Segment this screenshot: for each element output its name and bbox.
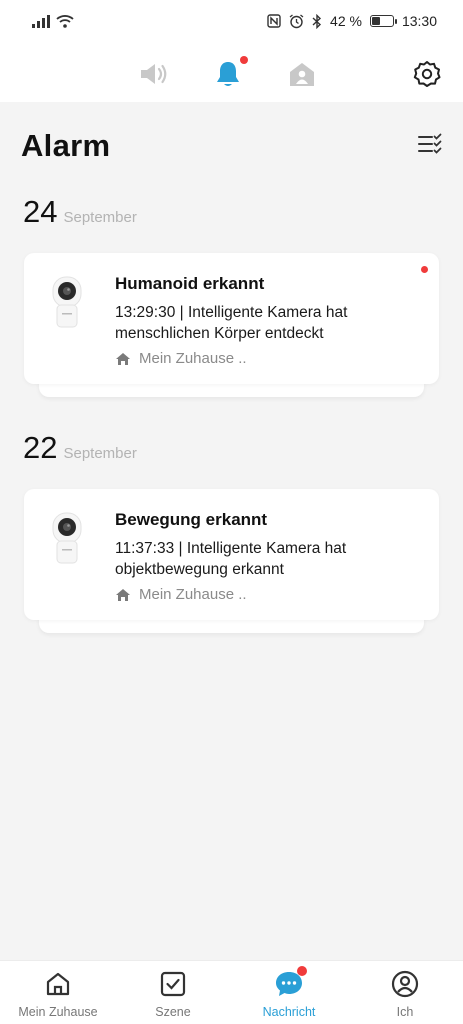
nfc-icon [267,14,281,28]
event-title: Humanoid erkannt [115,274,265,293]
wifi-icon [56,15,74,28]
settings-icon[interactable] [409,56,445,92]
status-time: 13:30 [401,13,437,29]
date-month: September [63,209,137,226]
event-location: Mein Zuhause .. [115,586,247,603]
unread-dot [421,266,428,273]
status-bar: 42 % 13:30 [0,0,463,46]
bluetooth-icon [312,13,322,29]
top-icon-bar [0,46,463,102]
nav-item-home[interactable]: Mein Zuhause [3,969,113,1019]
event-location-text: Mein Zuhause .. [139,586,247,603]
date-day: 22 [23,430,58,465]
nav-label: Szene [155,1005,191,1019]
nav-label: Mein Zuhause [18,1005,98,1019]
nav-item-nachricht[interactable]: Nachricht [234,966,344,1019]
camera-thumbnail-icon [52,276,82,328]
camera-thumbnail-icon [52,512,82,564]
notification-badge [240,56,248,64]
home-small-icon [116,352,130,365]
alarm-clock-icon [289,13,304,28]
status-left [32,14,74,28]
nav-badge [297,966,307,976]
battery-percent: 42 % [330,13,362,29]
event-description: 13:29:30 | Intelligente Kamera hat mensc… [115,304,348,342]
nav-label: Ich [396,1005,414,1019]
nav-item-szene[interactable]: Szene [118,969,228,1019]
home-small-icon [116,588,130,601]
battery-icon [369,15,397,27]
date-month: September [63,445,137,462]
status-right: 42 % 13:30 [267,13,437,29]
filter-checklist-icon[interactable] [417,132,443,156]
event-card[interactable]: Bewegung erkannt 11:37:33 | Intelligente… [24,489,439,620]
event-card[interactable]: Humanoid erkannt 13:29:30 | Intelligente… [24,253,439,384]
home-icon [43,969,73,999]
bottom-nav: Mein Zuhause Szene Nachricht Ich [0,960,463,1024]
date-header: 24 September [23,194,137,230]
home-person-icon[interactable] [284,56,320,92]
event-title: Bewegung erkannt [115,510,268,529]
bell-icon[interactable] [210,56,248,92]
date-header: 22 September [23,430,137,466]
event-description: 11:37:33 | Intelligente Kamera hat objek… [115,540,347,578]
event-location-text: Mein Zuhause .. [139,350,247,367]
event-location: Mein Zuhause .. [115,350,247,367]
speaker-icon[interactable] [136,56,172,92]
date-day: 24 [23,194,58,229]
page-title: Alarm [21,128,111,163]
nav-item-ich[interactable]: Ich [350,969,460,1019]
chat-icon [274,966,307,999]
checkbox-icon [158,969,188,999]
nav-label: Nachricht [262,1005,316,1019]
signal-icon [32,14,50,28]
battery-fill [371,17,381,25]
profile-icon [390,969,420,999]
